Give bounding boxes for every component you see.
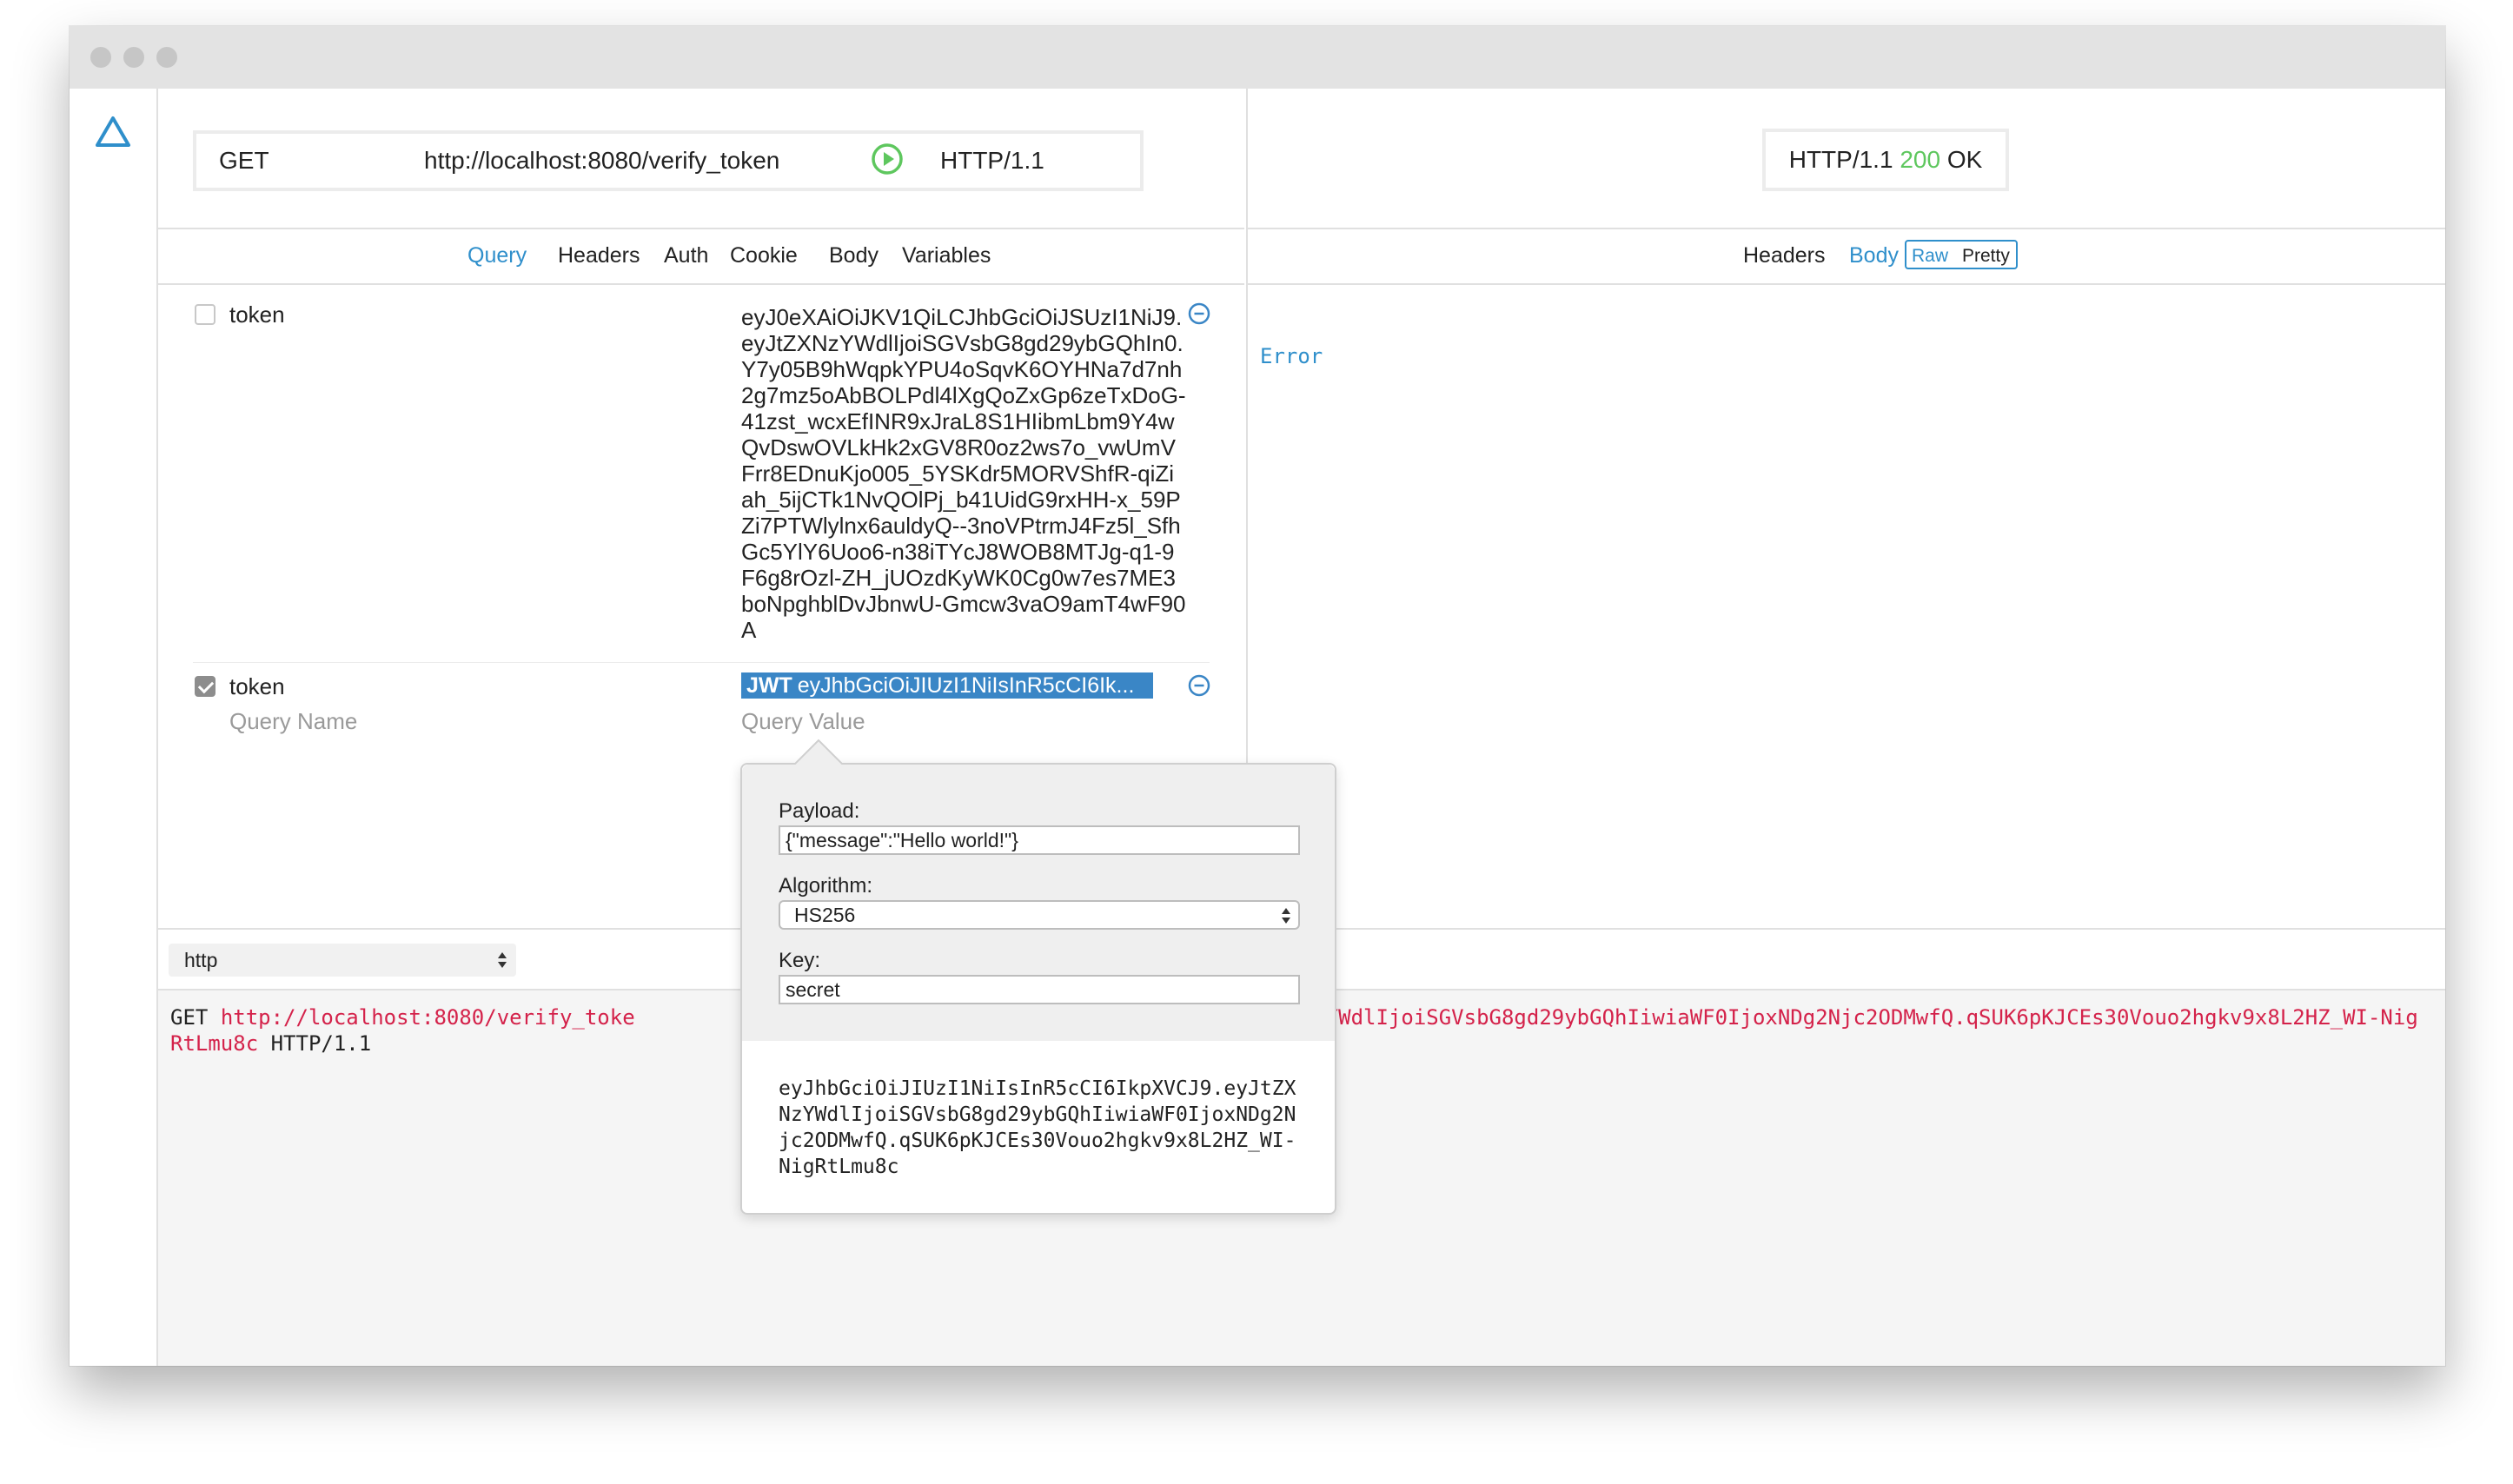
row-divider (193, 662, 1210, 663)
algorithm-value: HS256 (794, 904, 856, 926)
minimize-window-button[interactable] (123, 47, 144, 68)
close-window-button[interactable] (90, 47, 111, 68)
triangle-logo-icon[interactable] (94, 115, 132, 149)
code-language-value: http (184, 949, 218, 971)
param-name[interactable]: token (229, 301, 285, 328)
code-method: GET (170, 1005, 209, 1030)
jwt-editor-popover: Payload: {"message":"Hello world!"} Algo… (740, 739, 1336, 1215)
response-body: Error (1260, 344, 1323, 368)
payload-label: Payload: (779, 799, 860, 823)
jwt-value-chip[interactable]: JWT eyJhbGciOiJIUzI1NiIsInR5cCI6Ik... (741, 672, 1153, 699)
tab-body[interactable]: Body (829, 243, 879, 268)
minus-circle-icon[interactable] (1187, 673, 1211, 698)
param-name[interactable]: token (229, 673, 285, 700)
request-url-bar: GET http://localhost:8080/verify_token H… (193, 130, 1144, 191)
tab-query[interactable]: Query (467, 243, 527, 268)
popover-arrow (792, 739, 845, 766)
tab-headers[interactable]: Headers (558, 243, 640, 268)
tab-variables[interactable]: Variables (902, 243, 991, 268)
request-method[interactable]: GET (219, 147, 269, 175)
select-arrows-icon (1282, 908, 1290, 924)
payload-input[interactable]: {"message":"Hello world!"} (779, 825, 1300, 855)
title-bar (70, 26, 2445, 89)
view-mode-toggle: Raw Pretty (1905, 240, 2018, 269)
status-code: 200 (1900, 146, 1941, 173)
zoom-window-button[interactable] (156, 47, 177, 68)
key-label: Key: (779, 949, 821, 972)
response-tabs: Headers Body Raw Pretty (1248, 228, 2445, 285)
query-value-placeholder[interactable]: Query Value (741, 708, 865, 735)
algorithm-select[interactable]: HS256 (779, 900, 1300, 930)
key-input[interactable]: secret (779, 975, 1300, 1004)
response-status: HTTP/1.1 200 OK (1762, 129, 2009, 191)
response-pane: HTTP/1.1 200 OK Headers Body Raw Pretty … (1246, 89, 2445, 928)
response-protocol: HTTP/1.1 (1788, 146, 1893, 173)
app-window: GET http://localhost:8080/verify_token H… (70, 26, 2445, 1366)
request-protocol[interactable]: HTTP/1.1 (940, 147, 1044, 175)
jwt-output: eyJhbGciOiJIUzI1NiIsInR5cCI6IkpXVCJ9.eyJ… (779, 1077, 1296, 1178)
tab-auth[interactable]: Auth (664, 243, 708, 268)
code-protocol: HTTP/1.1 (270, 1031, 372, 1056)
param-enabled-checkbox[interactable] (195, 304, 215, 325)
status-text: OK (1946, 146, 1983, 173)
view-mode-pretty[interactable]: Pretty (1962, 246, 2010, 267)
jwt-badge: JWT (746, 673, 792, 698)
query-name-placeholder[interactable]: Query Name (229, 708, 357, 735)
code-url-start: http://localhost:8080/verify_toke (220, 1005, 635, 1030)
select-arrows-icon (498, 952, 507, 968)
tab-response-headers[interactable]: Headers (1743, 243, 1826, 268)
code-language-select[interactable]: http (169, 944, 516, 977)
param-value: eyJhbGciOiJIUzI1NiIsInR5cCI6Ik... (797, 673, 1135, 698)
sidebar (70, 89, 158, 1366)
view-mode-raw[interactable]: Raw (1912, 246, 1948, 267)
request-url[interactable]: http://localhost:8080/verify_token (424, 147, 779, 175)
param-enabled-checkbox[interactable] (195, 676, 215, 697)
algorithm-label: Algorithm: (779, 874, 873, 898)
play-circle-icon[interactable] (871, 142, 904, 176)
tab-cookie[interactable]: Cookie (730, 243, 798, 268)
minus-circle-icon[interactable] (1187, 301, 1211, 326)
request-tabs: Query Headers Auth Cookie Body Variables (158, 228, 1244, 285)
param-value[interactable]: eyJ0eXAiOiJKV1QiLCJhbGciOiJSUzI1NiJ9.eyJ… (741, 304, 1186, 643)
jwt-editor-form: Payload: {"message":"Hello world!"} Algo… (742, 765, 1335, 1041)
tab-response-body[interactable]: Body (1849, 243, 1899, 268)
